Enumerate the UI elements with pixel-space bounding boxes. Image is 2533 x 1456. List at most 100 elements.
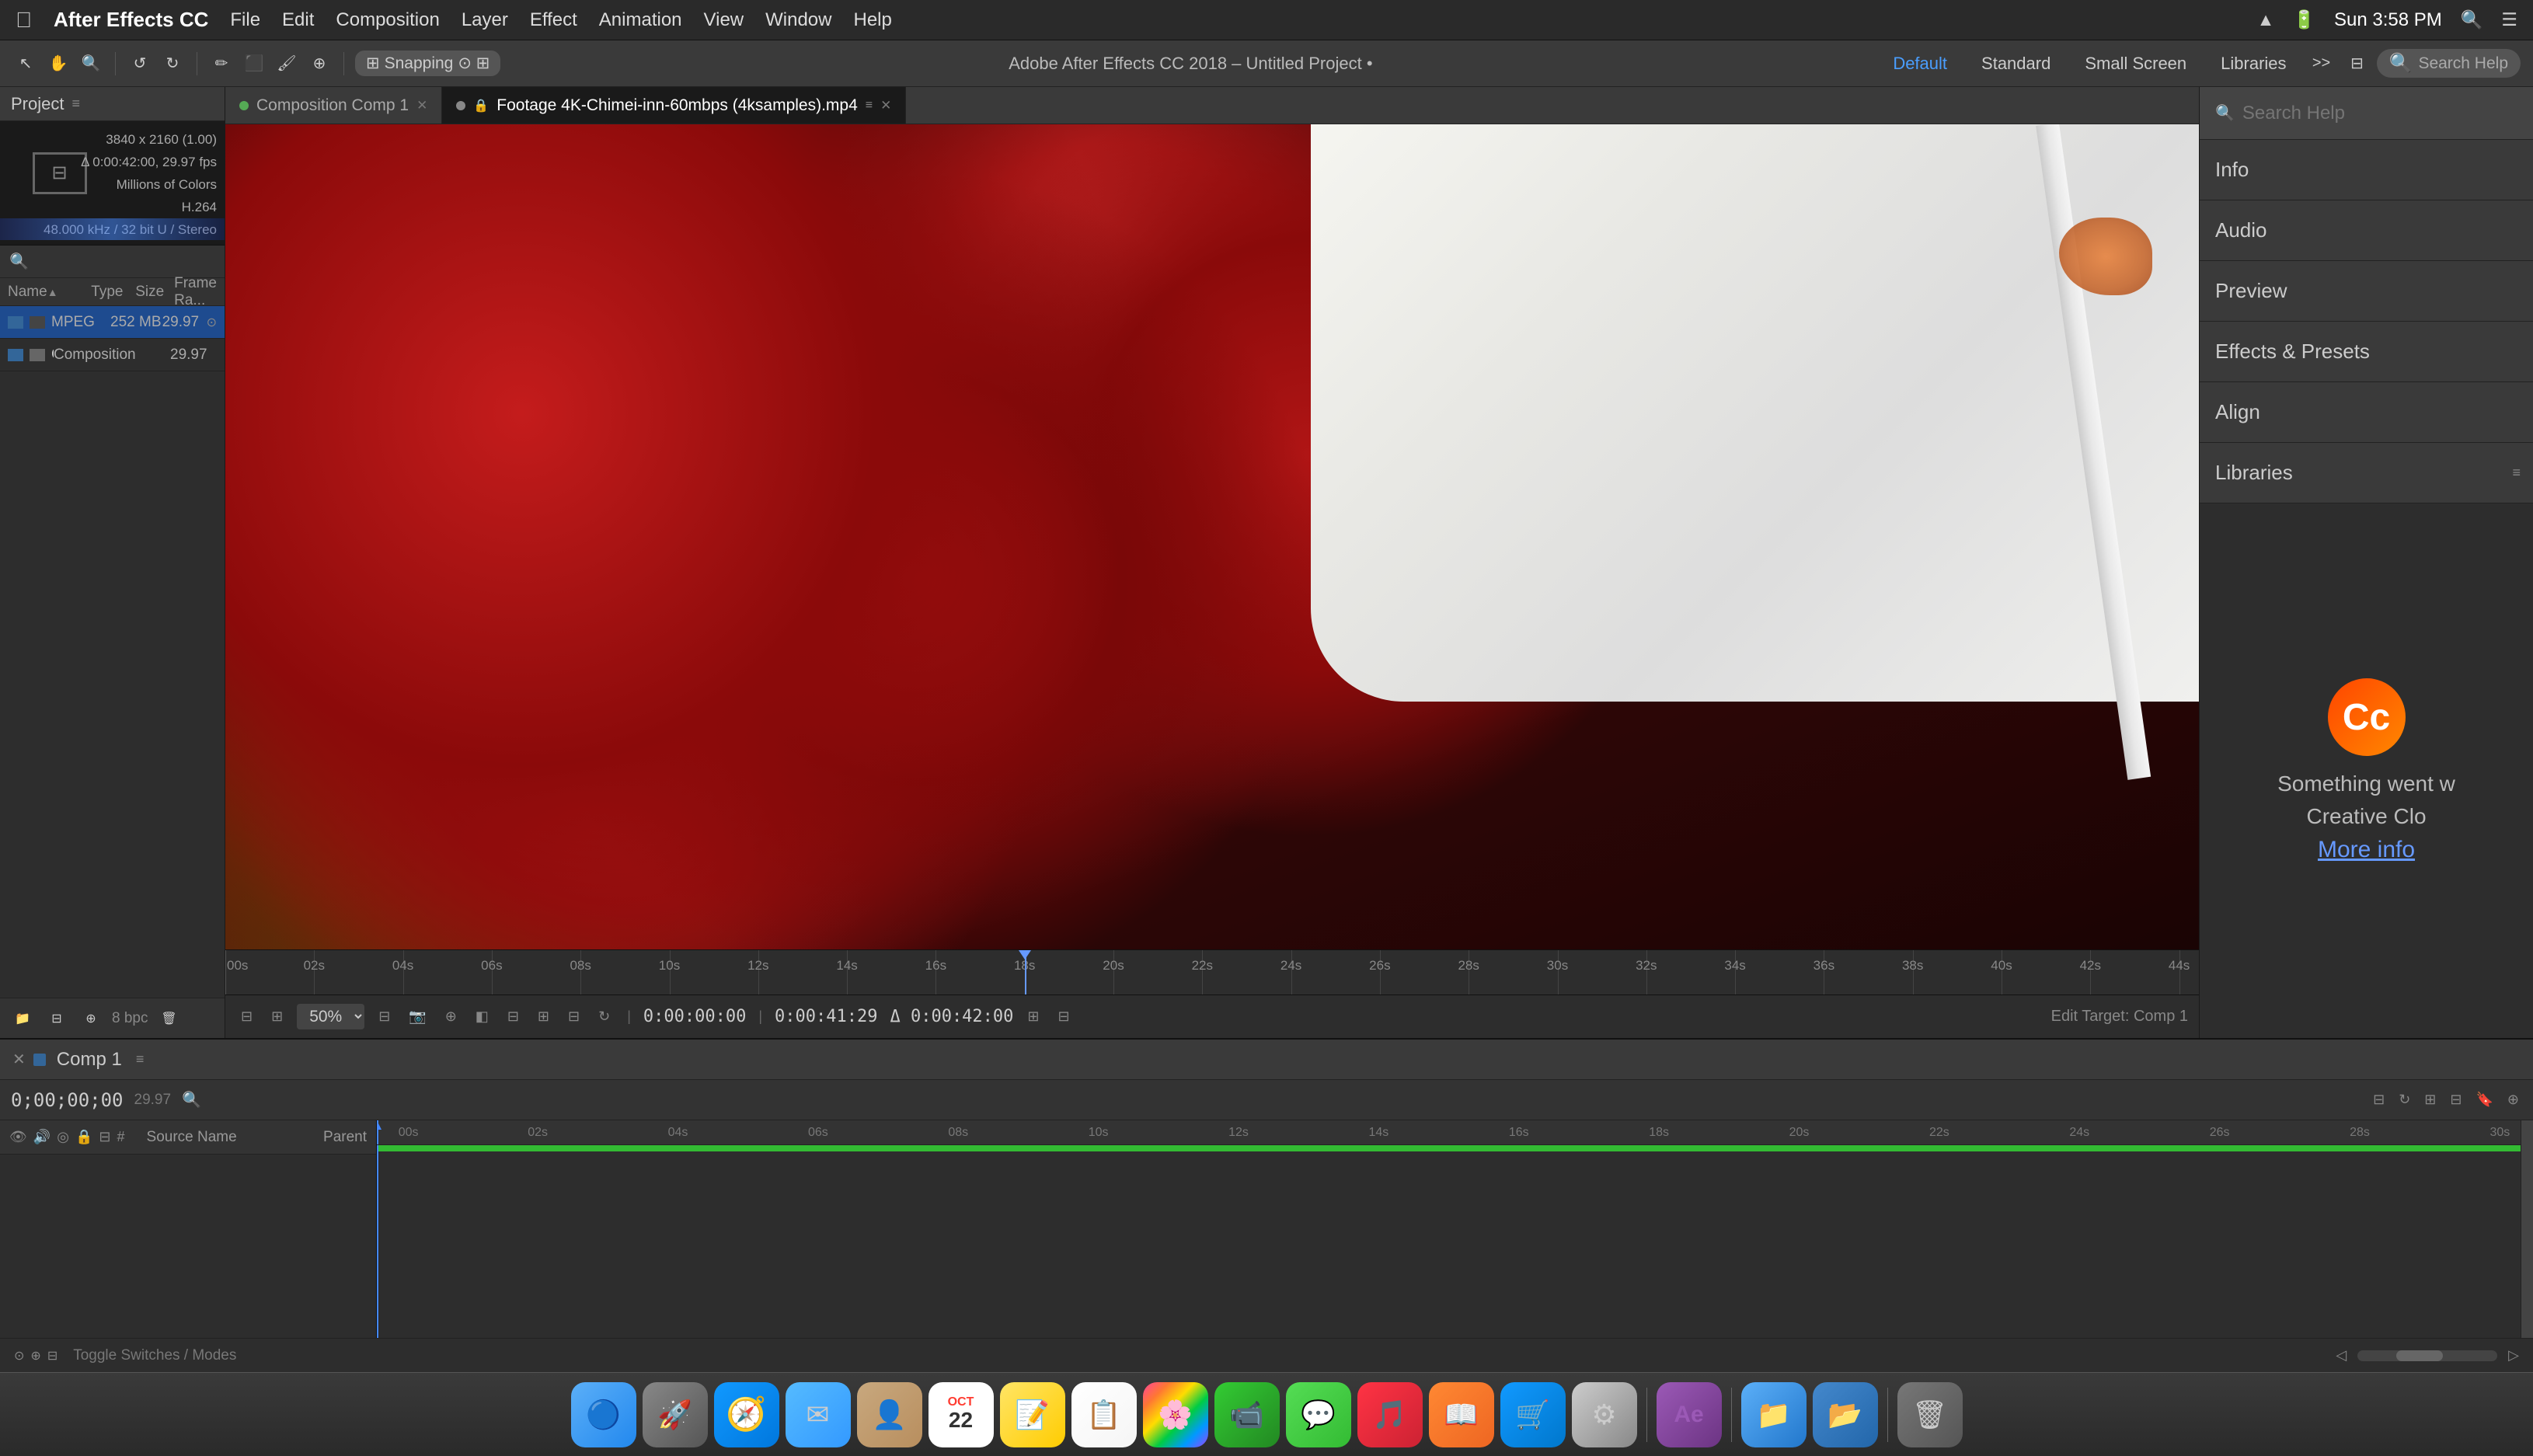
dock-messages[interactable]: 💬 [1286,1382,1351,1447]
dock-books[interactable]: 📖 [1429,1382,1494,1447]
shape-tool[interactable]: ⬛ [241,51,267,77]
project-item-comp[interactable]: Comp 1 Composition 29.97 [0,339,225,371]
viewer-safe-btn[interactable]: ⊟ [563,1005,584,1028]
timeline-scroll-thumb[interactable] [2396,1350,2443,1361]
undo-btn[interactable]: ↺ [127,51,153,77]
right-panel-libraries[interactable]: Libraries ≡ [2200,443,2533,503]
tl-render-btn[interactable]: ↻ [2395,1089,2413,1111]
timeline-menu-btn[interactable]: ≡ [136,1051,145,1068]
workspace-grid[interactable]: ⊟ [2344,51,2371,77]
dock-appstore[interactable]: 🛒 [1500,1382,1566,1447]
menu-file[interactable]: File [230,9,260,31]
right-panel-audio[interactable]: Audio [2200,200,2533,261]
viewer-region-btn[interactable]: ⊟ [236,1005,257,1028]
pen-tool[interactable]: ✏ [208,51,235,77]
workspace-libraries[interactable]: Libraries [2208,51,2298,77]
dock-music[interactable]: 🎵 [1357,1382,1423,1447]
dock-aftereffects[interactable]: Ae [1657,1382,1722,1447]
dock-folder2[interactable]: 📂 [1813,1382,1878,1447]
delete-btn[interactable]: 🗑 [155,1005,182,1032]
tl-motion-toggle[interactable]: ⊕ [27,1345,44,1367]
viewer-channels-btn[interactable]: ⊕ [441,1005,462,1028]
menu-edit[interactable]: Edit [282,9,314,31]
viewer-flowchart-btn[interactable]: ⊞ [1023,1005,1044,1028]
menu-composition[interactable]: Composition [336,9,439,31]
menu-animation[interactable]: Animation [599,9,682,31]
viewer-alpha-btn[interactable]: ◧ [471,1005,493,1028]
workspace-more[interactable]: >> [2308,51,2335,77]
project-item-video[interactable]: 4K-Chim...mp4 MPEG 252 MB 29.97 ⊙ [0,306,225,339]
viewer-view-btn[interactable]: ⊞ [267,1005,287,1028]
dock-contacts[interactable]: 👤 [857,1382,922,1447]
new-folder-btn[interactable]: 📁 [9,1005,36,1032]
search-help-field[interactable] [2242,103,2517,124]
dock-mail[interactable]: ✉ [786,1382,851,1447]
viewer-grid-btn[interactable]: ⊟ [503,1005,524,1028]
tl-search-btn[interactable]: 🔍 [179,1087,204,1113]
apple-logo[interactable]:  [16,8,32,33]
redo-btn[interactable]: ↻ [159,51,186,77]
clone-tool[interactable]: ⊕ [306,51,333,77]
menu-effect[interactable]: Effect [530,9,577,31]
tl-comp-mini[interactable]: ⊟ [2370,1089,2388,1111]
viewer-guides-btn[interactable]: ⊞ [533,1005,554,1028]
zoom-select[interactable]: 50% [297,1004,364,1029]
dock-reminders[interactable]: 📋 [1071,1382,1137,1447]
viewer-ruler-btn[interactable]: ↻ [594,1005,615,1028]
search-menubar-icon[interactable]: 🔍 [2461,9,2483,30]
viewer-camera-btn[interactable]: 📷 [404,1005,430,1028]
right-panel-preview[interactable]: Preview [2200,261,2533,322]
dock-safari[interactable]: 🧭 [714,1382,779,1447]
project-menu-btn[interactable]: ≡ [71,96,80,112]
snapping-badge[interactable]: ⊞ Snapping ⊙ ⊞ [355,51,500,76]
new-comp-btn[interactable]: ⊟ [44,1005,70,1032]
menu-view[interactable]: View [704,9,744,31]
zoom-tool[interactable]: 🔍 [78,51,104,77]
viewer-fit-btn[interactable]: ⊟ [374,1005,395,1028]
tl-scroll-left[interactable]: ◁ [2333,1344,2350,1367]
new-item-btn[interactable]: ⊕ [78,1005,104,1032]
notification-icon[interactable]: ☰ [2501,9,2517,30]
footage-tab-close[interactable]: ✕ [880,98,891,113]
timeline-close-btn[interactable]: ✕ [12,1050,26,1069]
right-panel-info[interactable]: Info [2200,140,2533,200]
dock-finder[interactable]: 🔵 [571,1382,636,1447]
right-panel-align[interactable]: Align [2200,382,2533,443]
tl-audio-toggle[interactable]: ⊙ [11,1345,27,1367]
track-scrollbar[interactable] [2521,1120,2533,1338]
cc-more-info-link[interactable]: More info [2318,837,2415,863]
dock-folder1[interactable]: 📁 [1741,1382,1807,1447]
hand-tool[interactable]: ✋ [45,51,71,77]
footage-tab-menu[interactable]: ≡ [866,99,873,113]
track-label-6: 06s [808,1126,828,1140]
dock-facetime[interactable]: 📹 [1214,1382,1280,1447]
project-search-input[interactable] [35,253,215,271]
tl-flow-btn[interactable]: ⊟ [2447,1089,2465,1111]
dock-photos[interactable]: 🌸 [1143,1382,1208,1447]
search-help-toolbar[interactable]: 🔍 Search Help [2377,49,2521,78]
select-tool[interactable]: ↖ [12,51,39,77]
brush-tool[interactable]: 🖌 [274,51,300,77]
dock-launchpad[interactable]: 🚀 [643,1382,708,1447]
viewer-tab-comp[interactable]: Composition Comp 1 ✕ [225,87,442,124]
dock-trash[interactable]: 🗑 [1897,1382,1963,1447]
right-panel-effects[interactable]: Effects & Presets [2200,322,2533,382]
tl-marker-btn[interactable]: 🔖 [2472,1089,2496,1111]
dock-notes[interactable]: 📝 [1000,1382,1065,1447]
dock-syspreferences[interactable]: ⚙ [1572,1382,1637,1447]
viewer-snapshot-btn[interactable]: ⊟ [1054,1005,1075,1028]
tl-scroll-right[interactable]: ▷ [2505,1344,2522,1367]
viewer-tab-footage[interactable]: 🔒 Footage 4K-Chimei-inn-60mbps (4ksample… [442,87,906,124]
tl-lock-btn[interactable]: ⊕ [2504,1089,2522,1111]
comp-tab-close[interactable]: ✕ [416,98,427,113]
tl-draf-toggle[interactable]: ⊟ [44,1345,61,1367]
menu-layer[interactable]: Layer [462,9,508,31]
menu-help[interactable]: Help [853,9,891,31]
tl-preview-btn[interactable]: ⊞ [2421,1089,2439,1111]
timeline-scrollbar[interactable] [2357,1350,2497,1361]
workspace-standard[interactable]: Standard [1969,51,2063,77]
dock-calendar[interactable]: OCT 22 [929,1382,994,1447]
workspace-default[interactable]: Default [1880,51,1960,77]
menu-window[interactable]: Window [765,9,831,31]
workspace-small-screen[interactable]: Small Screen [2072,51,2199,77]
